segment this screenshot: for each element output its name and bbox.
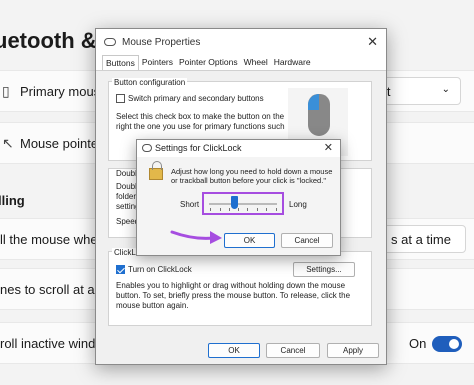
mouse-icon [142,144,152,152]
short-label: Short [180,200,200,209]
switch-buttons-option[interactable]: Switch primary and secondary buttons [116,94,264,104]
section-heading: lling [0,193,25,208]
toggle-state-label: On [409,336,427,351]
tab-buttons[interactable]: Buttons [102,55,139,70]
slider-tick [266,208,267,211]
ok-button[interactable]: OK [208,343,260,358]
close-icon[interactable]: ✕ [324,140,333,157]
pointer-icon: ↖ [2,135,14,151]
slider-tick [257,208,258,211]
clicklock-ok-button[interactable]: OK [224,233,275,248]
button-config-description: Select this check box to make the button… [116,112,285,131]
tab-pointer-options[interactable]: Pointer Options [176,55,241,70]
tab-bar: Buttons Pointers Pointer Options Wheel H… [96,55,386,71]
slider-tick [210,208,211,211]
long-label: Long [289,200,307,209]
clicklock-settings-dialog: Settings for ClickLock ✕ Adjust how long… [136,139,341,256]
lock-icon [149,161,163,180]
dialog-title: Mouse Properties [122,36,201,48]
close-icon[interactable]: ✕ [367,34,378,50]
slider-highlight [202,192,284,215]
double-click-text: folder [116,192,137,201]
page-heading: uetooth & [0,28,97,53]
mouse-icon: ▯ [2,83,10,99]
slider-tick [238,208,239,211]
group-label: Button configuration [112,78,188,87]
clicklock-cancel-button[interactable]: Cancel [281,233,333,248]
wheel-scroll-select[interactable]: s at a time [380,225,466,253]
slider-tick [220,208,221,211]
clicklock-description: Enables you to highlight or drag without… [116,281,351,310]
tab-wheel[interactable]: Wheel [241,55,271,70]
slider-tick [247,208,248,211]
clicklock-checkbox[interactable] [116,265,125,275]
chevron-down-icon: ⌄ [441,84,450,95]
inactive-scroll-toggle[interactable] [432,336,462,352]
setting-label: ll the mouse wheel [0,232,108,247]
tab-pointers[interactable]: Pointers [139,55,176,70]
mouse-icon [104,38,116,46]
dialog-titlebar: Settings for ClickLock ✕ [137,140,340,157]
clicklock-slider-track[interactable] [209,203,277,205]
annotation-arrow-icon [170,230,222,244]
slider-tick [276,208,277,211]
dialog-title: Settings for ClickLock [155,143,242,153]
cancel-button[interactable]: Cancel [266,343,320,358]
apply-button[interactable]: Apply [327,343,379,358]
clicklock-instructions: Adjust how long you need to hold down a … [171,167,333,185]
clicklock-settings-button[interactable]: Settings... [293,262,355,277]
dialog-titlebar: Mouse Properties ✕ [96,29,386,55]
slider-tick [229,208,230,211]
tab-hardware[interactable]: Hardware [271,55,314,70]
clicklock-slider-thumb[interactable] [231,196,239,209]
clicklock-option[interactable]: Turn on ClickLock [116,265,192,275]
switch-buttons-checkbox[interactable] [116,94,125,104]
